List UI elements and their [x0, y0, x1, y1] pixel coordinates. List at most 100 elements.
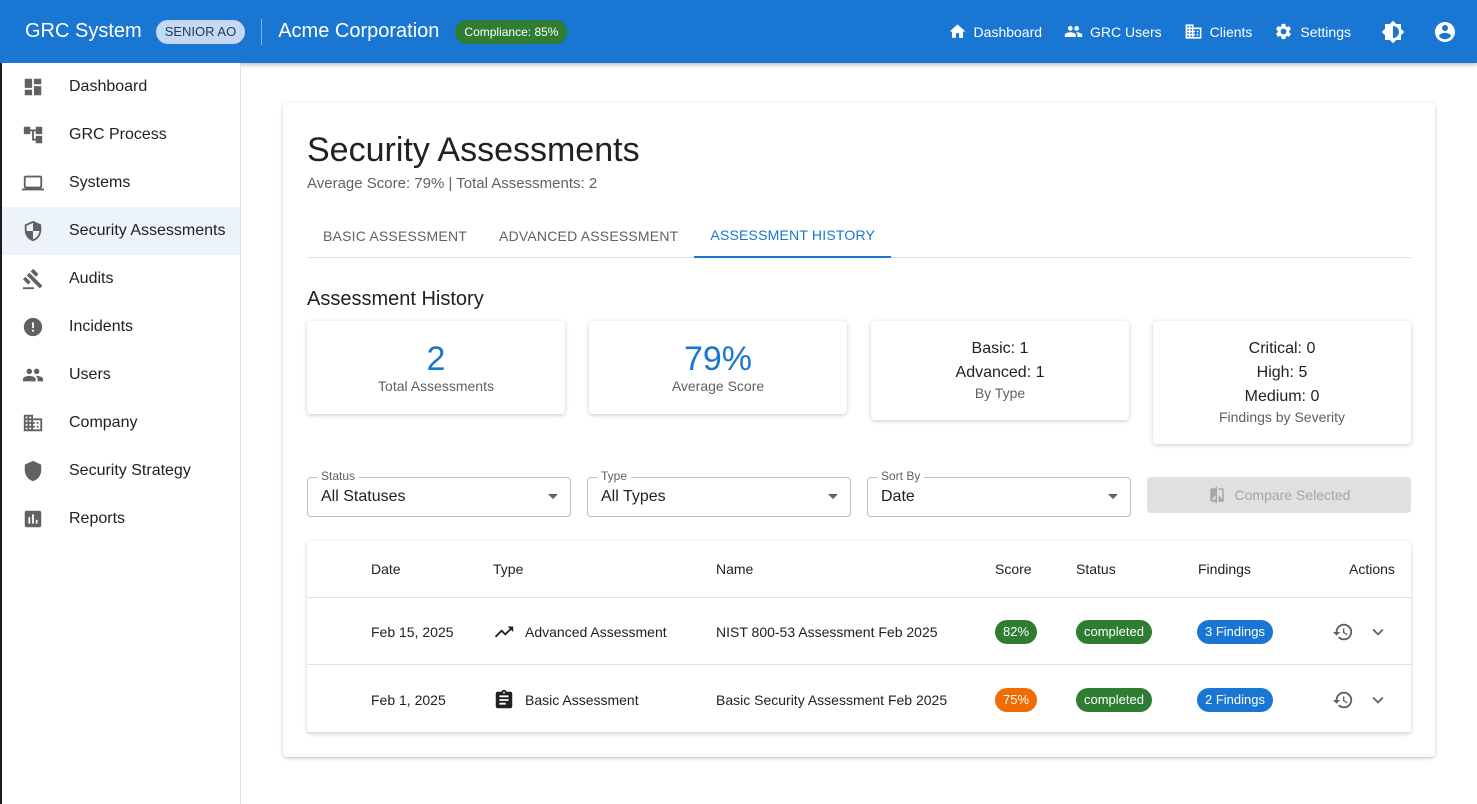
account-button[interactable]: [1425, 12, 1465, 52]
stat-by-type: Basic: 1 Advanced: 1 By Type: [871, 321, 1129, 420]
cell-findings: 3 Findings: [1197, 598, 1273, 665]
dropdown-arrow-icon: [1108, 494, 1118, 499]
stat-line: Medium: 0: [1244, 388, 1320, 405]
tab-assessment-history[interactable]: ASSESSMENT HISTORY: [694, 213, 892, 258]
sidebar-item-security-strategy[interactable]: Security Strategy: [2, 447, 240, 495]
tab-basic-assessment[interactable]: BASIC ASSESSMENT: [307, 213, 483, 258]
col-findings[interactable]: Findings: [1198, 561, 1251, 577]
compare-selected-button[interactable]: Compare Selected: [1147, 477, 1411, 513]
sidebar-item-dashboard[interactable]: Dashboard: [2, 63, 240, 111]
sidebar-item-security-assessments[interactable]: Security Assessments: [2, 207, 240, 255]
home-icon: [949, 24, 965, 38]
table-row[interactable]: Feb 1, 2025 Basic Assessment Basic Secur…: [307, 666, 1411, 733]
select-value: Date: [881, 488, 915, 505]
tab-bar: BASIC ASSESSMENT ADVANCED ASSESSMENT ASS…: [307, 213, 1411, 258]
sidebar-item-label: Company: [69, 414, 138, 431]
building-icon: [23, 414, 43, 432]
score-badge: 82%: [995, 619, 1038, 644]
app-brand[interactable]: GRC System: [25, 20, 142, 43]
shield-icon: [24, 220, 42, 242]
nav-clients-label: Clients: [1209, 23, 1253, 40]
company-name: Acme Corporation: [278, 20, 440, 42]
theme-toggle-button[interactable]: [1373, 12, 1413, 52]
account-circle-icon: [1435, 21, 1455, 42]
nav-dashboard-label: Dashboard: [973, 23, 1043, 40]
sidebar-item-reports[interactable]: Reports: [2, 495, 240, 543]
assessment-table: Date Type Name Score Status Findings Act…: [307, 541, 1411, 733]
nav-grc-users-button[interactable]: GRC Users: [1064, 22, 1162, 41]
select-label: Status: [317, 469, 360, 483]
role-chip: SENIOR AO: [155, 19, 246, 44]
col-score[interactable]: Score: [995, 561, 1032, 577]
col-date[interactable]: Date: [371, 561, 401, 577]
sidebar-item-label: Dashboard: [69, 78, 148, 95]
sidebar-item-label: GRC Process: [69, 126, 167, 143]
select-value: All Statuses: [321, 488, 406, 505]
sidebar-item-label: Incidents: [69, 318, 134, 335]
cell-score: 82%: [995, 598, 1038, 665]
nav-settings-button[interactable]: Settings: [1274, 22, 1351, 41]
gavel-icon: [22, 268, 43, 290]
compliance-chip: Compliance: 85%: [455, 19, 568, 44]
compare-label: Compare Selected: [1234, 487, 1351, 503]
cell-status: completed: [1076, 598, 1152, 665]
status-select[interactable]: Status All Statuses: [307, 469, 571, 517]
cell-score: 75%: [995, 666, 1038, 733]
cell-findings: 2 Findings: [1197, 666, 1273, 733]
trending-up-icon: [494, 626, 514, 637]
stat-line: Advanced: 1: [955, 364, 1045, 381]
cell-type-label: Basic Assessment: [525, 691, 639, 708]
sidebar-item-label: Users: [69, 366, 111, 383]
col-actions: Actions: [1349, 561, 1395, 577]
sidebar-item-label: Reports: [69, 510, 126, 527]
dashboard-icon: [24, 78, 42, 96]
expand-button[interactable]: [1367, 666, 1399, 733]
status-badge: completed: [1076, 619, 1152, 644]
dropdown-arrow-icon: [828, 494, 838, 499]
cell-name: NIST 800-53 Assessment Feb 2025: [716, 623, 938, 640]
people-icon: [1064, 25, 1083, 38]
sidebar-item-systems[interactable]: Systems: [2, 159, 240, 207]
stat-caption: Findings by Severity: [1218, 409, 1346, 425]
sidebar-item-label: Systems: [69, 174, 131, 191]
compare-icon: [1209, 486, 1224, 504]
stat-caption: Average Score: [671, 378, 765, 394]
sidebar-item-audits[interactable]: Audits: [2, 255, 240, 303]
sidebar-item-company[interactable]: Company: [2, 399, 240, 447]
findings-badge[interactable]: 2 Findings: [1197, 687, 1273, 712]
col-type[interactable]: Type: [493, 561, 523, 577]
divider: [261, 18, 263, 45]
history-button[interactable]: [1332, 598, 1364, 665]
stat-value: 2: [426, 340, 446, 378]
cell-date: Feb 15, 2025: [371, 623, 454, 640]
select-label: Type: [597, 469, 632, 483]
history-icon: [1332, 691, 1353, 708]
type-select[interactable]: Type All Types: [587, 469, 851, 517]
section-title: Assessment History: [307, 288, 484, 310]
select-label: Sort By: [877, 469, 925, 483]
expand-button[interactable]: [1367, 598, 1399, 665]
stat-line: Basic: 1: [971, 340, 1029, 357]
bar-chart-icon: [24, 510, 42, 528]
sidebar-item-incidents[interactable]: Incidents: [2, 303, 240, 351]
history-button[interactable]: [1332, 666, 1364, 733]
laptop-icon: [22, 175, 44, 191]
col-name[interactable]: Name: [716, 561, 753, 577]
nav-clients-button[interactable]: Clients: [1184, 22, 1253, 41]
top-nav: Dashboard GRC Users Clients Settings: [948, 0, 1477, 63]
alert-icon: [23, 317, 43, 337]
sort-select[interactable]: Sort By Date: [867, 469, 1131, 517]
stat-findings-by-severity: Critical: 0 High: 5 Medium: 0 Findings b…: [1153, 321, 1411, 444]
chevron-down-icon: [1372, 696, 1384, 704]
nav-dashboard-button[interactable]: Dashboard: [948, 22, 1043, 41]
cell-type: Advanced Assessment: [493, 598, 667, 665]
sidebar-item-grc-process[interactable]: GRC Process: [2, 111, 240, 159]
table-row[interactable]: Feb 15, 2025 Advanced Assessment NIST 80…: [307, 598, 1411, 665]
nav-settings-label: Settings: [1300, 23, 1351, 40]
tab-advanced-assessment[interactable]: ADVANCED ASSESSMENT: [483, 213, 694, 258]
stat-line: Critical: 0: [1248, 340, 1316, 357]
sidebar-item-users[interactable]: Users: [2, 351, 240, 399]
score-badge: 75%: [995, 687, 1038, 712]
col-status[interactable]: Status: [1076, 561, 1116, 577]
findings-badge[interactable]: 3 Findings: [1197, 619, 1273, 644]
